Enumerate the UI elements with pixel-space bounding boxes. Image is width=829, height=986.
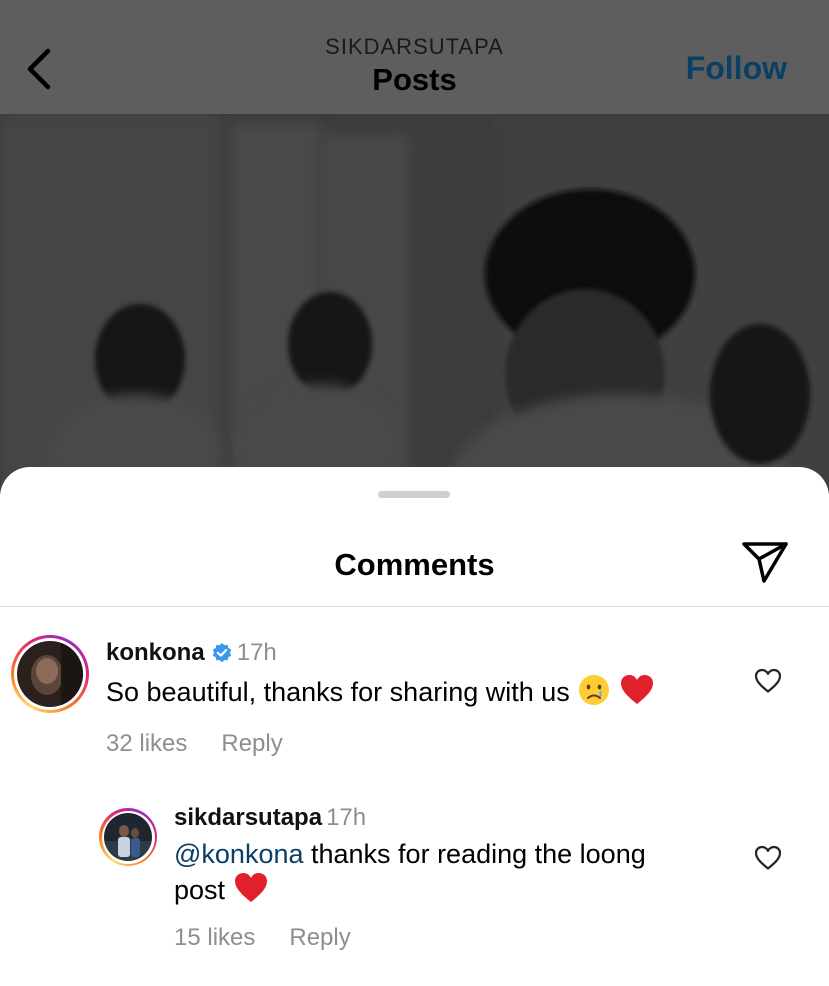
comment-header: konkona 17h: [106, 639, 277, 671]
comment-likes[interactable]: 15 likes: [174, 924, 255, 951]
mention-link[interactable]: @konkona: [174, 839, 304, 869]
verified-badge-icon: [211, 642, 233, 671]
red-heart-emoji: [619, 673, 655, 715]
like-button[interactable]: [754, 668, 784, 696]
post-image: [0, 114, 829, 494]
avatar-photo-konkona: [17, 641, 83, 707]
sheet-divider: [0, 606, 829, 607]
comment-body-line2: post: [174, 875, 226, 905]
comment-text: So beautiful, thanks for sharing with us: [106, 673, 726, 715]
heart-outline-icon: [754, 845, 782, 870]
paper-plane-icon: [742, 542, 788, 583]
reply-button[interactable]: Reply: [221, 730, 282, 757]
share-button[interactable]: [740, 539, 790, 585]
post-header: SIKDARSUTAPA Posts Follow: [0, 0, 829, 114]
reply-button[interactable]: Reply: [289, 924, 350, 951]
comment-text: @konkona thanks for reading the loong po…: [174, 838, 734, 913]
comments-sheet: Comments konkona 17h So beautiful, thank…: [0, 467, 829, 986]
comment-time: 17h: [326, 804, 367, 831]
comment-sikdarsutapa: sikdarsutapa 17h @konkona thanks for read…: [0, 802, 829, 962]
comment-body: thanks for reading the loong: [303, 839, 646, 869]
avatar[interactable]: [99, 808, 157, 866]
avatar[interactable]: [11, 635, 89, 713]
comment-header: sikdarsutapa 17h: [174, 804, 366, 832]
post-photo: [0, 114, 829, 494]
comment-konkona: konkona 17h So beautiful, thanks for shar…: [0, 627, 829, 757]
comment-body: So beautiful, thanks for sharing with us: [106, 677, 570, 707]
comment-time: 17h: [236, 639, 277, 666]
avatar-photo-sikdarsutapa: [104, 813, 152, 861]
follow-button[interactable]: Follow: [686, 50, 787, 87]
heart-outline-icon: [754, 668, 782, 693]
comment-username[interactable]: sikdarsutapa: [174, 804, 322, 831]
red-heart-emoji: [233, 871, 269, 913]
like-button[interactable]: [754, 845, 784, 873]
comment-likes[interactable]: 32 likes: [106, 730, 187, 757]
crying-face-emoji: [577, 673, 611, 715]
sheet-drag-handle[interactable]: [378, 491, 450, 498]
comment-meta: 15 likes Reply: [174, 924, 351, 952]
comment-username[interactable]: konkona: [106, 639, 205, 666]
comments-title: Comments: [334, 547, 495, 582]
comment-meta: 32 likes Reply: [106, 730, 283, 758]
